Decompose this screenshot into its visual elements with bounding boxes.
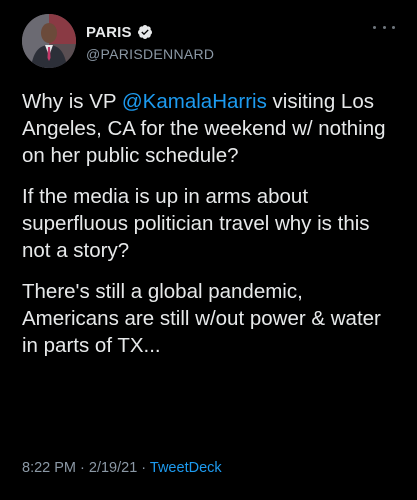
tweet-paragraph-2: If the media is up in arms about superfl… — [22, 185, 370, 262]
author-block: PARIS @PARISDENNARD — [86, 22, 214, 63]
meta-separator: · — [137, 460, 150, 476]
author-display-name[interactable]: PARIS — [86, 24, 132, 41]
tweet-metadata: 8:22 PM · 2/19/21 · TweetDeck — [22, 460, 222, 476]
avatar[interactable] — [22, 14, 76, 68]
avatar-image — [22, 14, 76, 68]
author-handle[interactable]: @PARISDENNARD — [86, 46, 214, 62]
tweet-text-segment: Why is VP — [22, 90, 122, 113]
tweet-source-link[interactable]: TweetDeck — [150, 460, 222, 476]
tweet-time[interactable]: 8:22 PM — [22, 460, 76, 476]
mention-link[interactable]: @KamalaHarris — [122, 90, 267, 113]
more-options-icon[interactable] — [373, 22, 395, 32]
tweet-card: PARIS @PARISDENNARD Why is VP @KamalaHar… — [0, 0, 417, 500]
tweet-paragraph-1: Why is VP @KamalaHarris visiting Los Ang… — [22, 88, 402, 169]
tweet-date[interactable]: 2/19/21 — [89, 460, 137, 476]
meta-separator: · — [76, 460, 89, 476]
tweet-paragraph-3: There's still a global pandemic, America… — [22, 280, 381, 357]
display-name-row: PARIS — [86, 22, 214, 42]
tweet-text: Why is VP @KamalaHarris visiting Los Ang… — [22, 88, 402, 373]
verified-badge-icon — [137, 24, 153, 40]
tweet-header: PARIS @PARISDENNARD — [22, 14, 401, 70]
